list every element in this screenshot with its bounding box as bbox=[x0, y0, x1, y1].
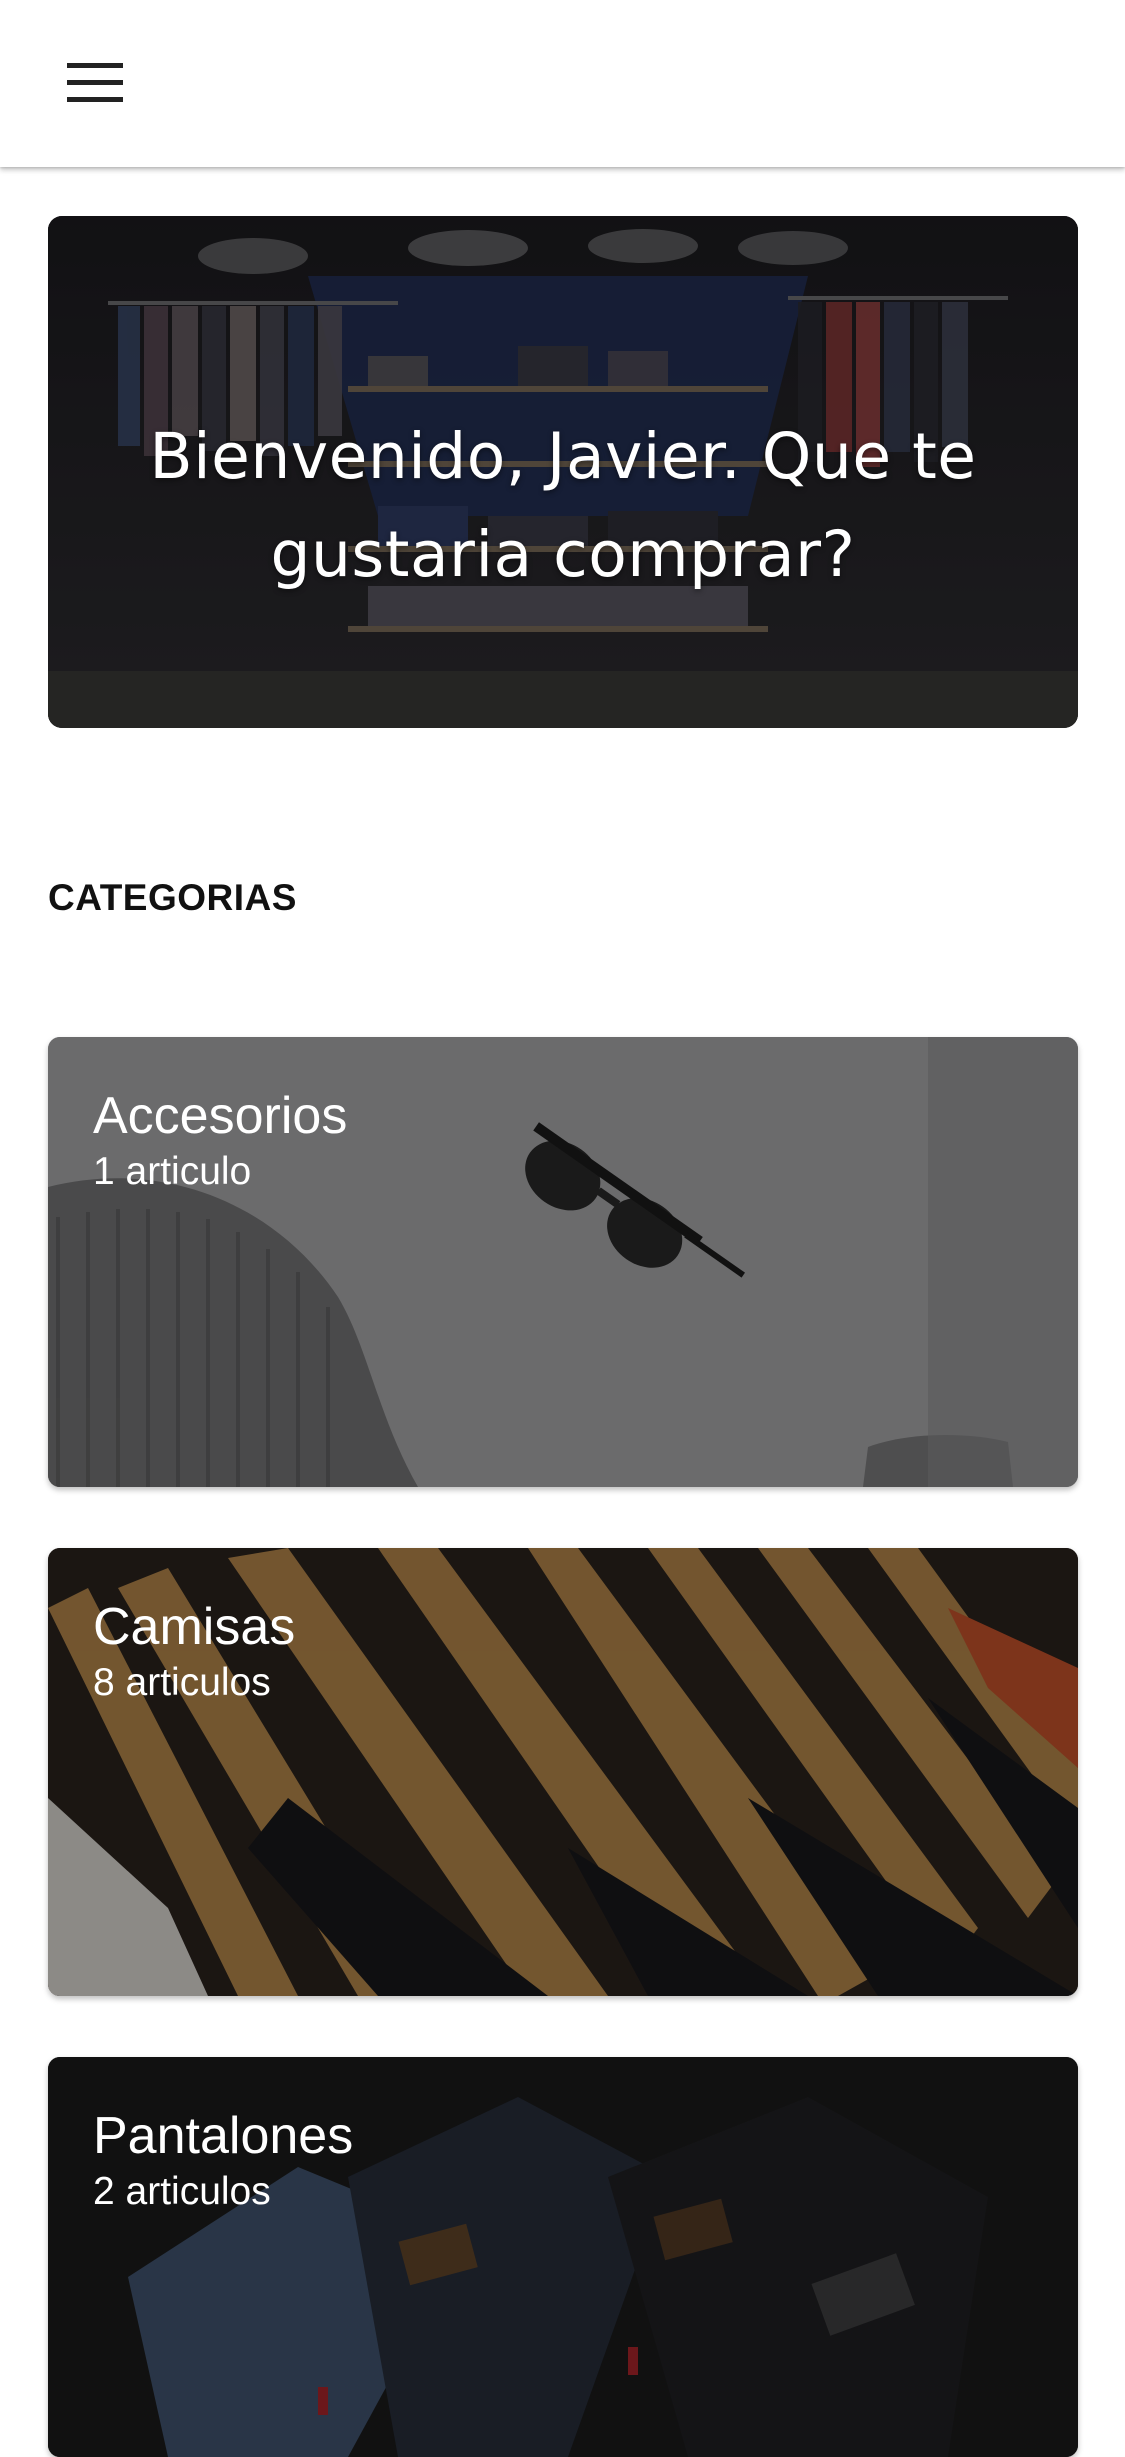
category-card-accesorios[interactable]: Accesorios 1 articulo bbox=[48, 1037, 1078, 1487]
category-card-pantalones[interactable]: Pantalones 2 articulos bbox=[48, 2057, 1078, 2457]
category-count: 1 articulo bbox=[93, 1150, 252, 1193]
welcome-banner: Bienvenido, Javier. Que te gustaria comp… bbox=[48, 216, 1078, 728]
category-text-pantalones: Pantalones 2 articulos bbox=[93, 2105, 353, 2217]
category-name: Camisas bbox=[93, 1598, 296, 1656]
category-name: Pantalones bbox=[93, 2107, 354, 2165]
hamburger-menu-icon bbox=[67, 63, 123, 102]
categories-heading: CATEGORIAS bbox=[48, 877, 297, 918]
category-text-camisas: Camisas 8 articulos bbox=[93, 1596, 295, 1708]
menu-button[interactable] bbox=[50, 45, 140, 121]
category-count: 2 articulos bbox=[93, 2170, 271, 2213]
category-card-camisas[interactable]: Camisas 8 articulos bbox=[48, 1548, 1078, 1996]
category-name: Accesorios bbox=[93, 1087, 348, 1145]
category-text-accesorios: Accesorios 1 articulo bbox=[93, 1085, 347, 1197]
category-count: 8 articulos bbox=[93, 1661, 271, 1704]
welcome-title: Bienvenido, Javier. Que te gustaria comp… bbox=[149, 420, 977, 592]
app-bar bbox=[0, 0, 1125, 167]
